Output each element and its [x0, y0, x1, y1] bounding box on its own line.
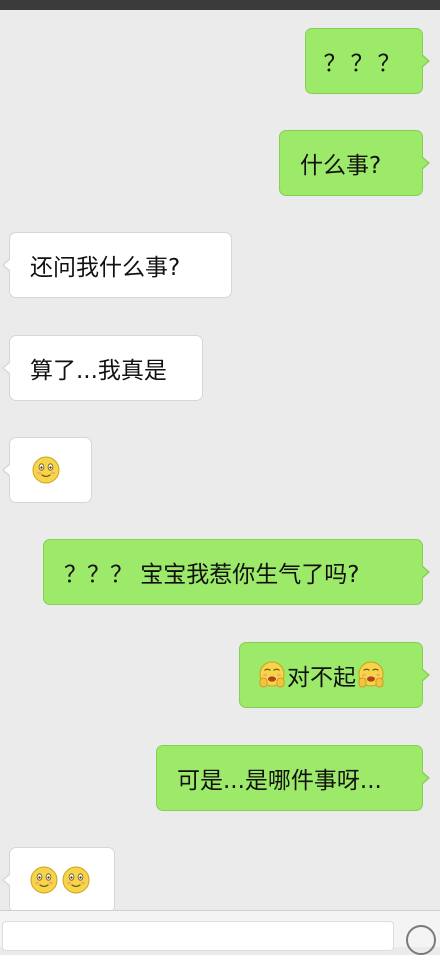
- worried-face-icon: [357, 661, 385, 689]
- status-bar: [0, 0, 440, 10]
- chat-input-bar: [0, 910, 440, 955]
- message-text: ？？？ 宝宝我惹你生气了吗?: [64, 562, 360, 588]
- smile-icon: [62, 866, 90, 894]
- worried-face-icon: [258, 661, 286, 689]
- message-text: 可是...是哪件事呀...: [177, 768, 382, 794]
- message-bubble-outgoing[interactable]: ？？？ 宝宝我惹你生气了吗?: [43, 539, 430, 605]
- smile-icon: [30, 866, 58, 894]
- message-text: 什么事?: [300, 153, 382, 179]
- message-bubble-outgoing[interactable]: 什么事?: [279, 130, 430, 196]
- message-bubble-incoming[interactable]: [2, 847, 115, 913]
- message-bubble-incoming[interactable]: 算了...我真是: [2, 335, 203, 401]
- message-bubble-outgoing[interactable]: 对不起: [239, 642, 430, 708]
- chat-message-list[interactable]: ？？？ 什么事? 还问我什么事? 算了...我真是 ？？？ 宝宝我惹你生气了吗?: [0, 10, 440, 913]
- emoji-button[interactable]: [406, 925, 436, 955]
- message-text: 对不起: [287, 665, 356, 691]
- message-bubble-incoming[interactable]: 还问我什么事?: [2, 232, 232, 298]
- message-text: 算了...我真是: [30, 358, 167, 384]
- message-bubble-outgoing[interactable]: 可是...是哪件事呀...: [156, 745, 430, 811]
- message-bubble-incoming[interactable]: [2, 437, 92, 503]
- message-bubble-outgoing[interactable]: ？？？: [305, 28, 430, 94]
- message-text: 还问我什么事?: [30, 255, 181, 281]
- smile-icon: [32, 456, 60, 484]
- message-text: ？？？: [323, 51, 405, 77]
